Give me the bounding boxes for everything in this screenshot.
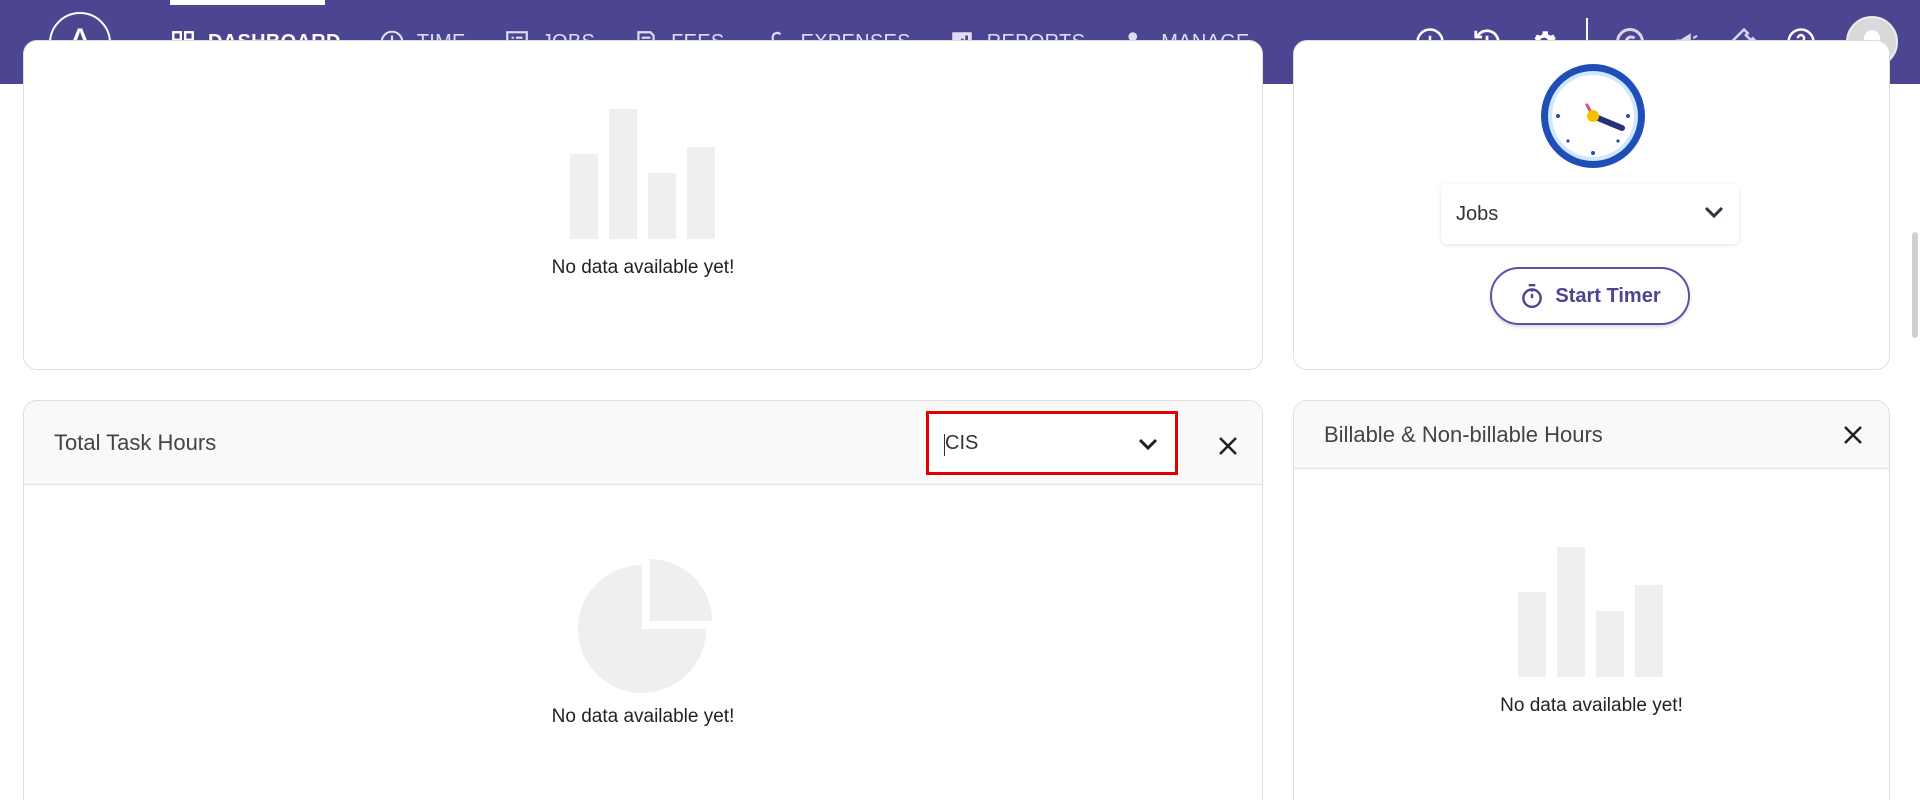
close-icon[interactable] <box>1841 423 1865 447</box>
card-header: Billable & Non-billable Hours <box>1294 401 1889 469</box>
empty-state-text: No data available yet! <box>1500 695 1683 716</box>
card-title: Billable & Non-billable Hours <box>1324 421 1603 447</box>
empty-bar-chart-icon <box>570 109 715 239</box>
timer-job-select[interactable]: Jobs <box>1441 184 1739 244</box>
empty-state-text: No data available yet! <box>551 706 735 727</box>
timer-job-select-value: Jobs <box>1456 202 1499 225</box>
empty-pie-chart-icon <box>578 559 712 693</box>
stopwatch-icon <box>1522 283 1543 309</box>
empty-state-text: No data available yet! <box>551 257 735 278</box>
chart-card-top-left: No data available yet! <box>23 40 1263 370</box>
task-hours-filter-value: CIS <box>945 431 979 454</box>
empty-bar-chart-icon <box>1518 547 1663 677</box>
billable-hours-card: Billable & Non-billable Hours No data av… <box>1293 400 1890 800</box>
card-title: Total Task Hours <box>54 429 217 455</box>
close-icon[interactable] <box>1216 434 1240 458</box>
scrollbar-thumb[interactable] <box>1912 232 1918 338</box>
start-timer-button[interactable]: Start Timer <box>1490 267 1690 325</box>
chevron-down-icon <box>1704 206 1724 219</box>
text-caret <box>944 434 945 456</box>
chevron-down-icon <box>1138 438 1158 451</box>
task-hours-filter-select[interactable]: CIS <box>926 411 1178 475</box>
start-timer-label: Start Timer <box>1555 284 1661 307</box>
clock-illustration-icon <box>1541 64 1645 168</box>
